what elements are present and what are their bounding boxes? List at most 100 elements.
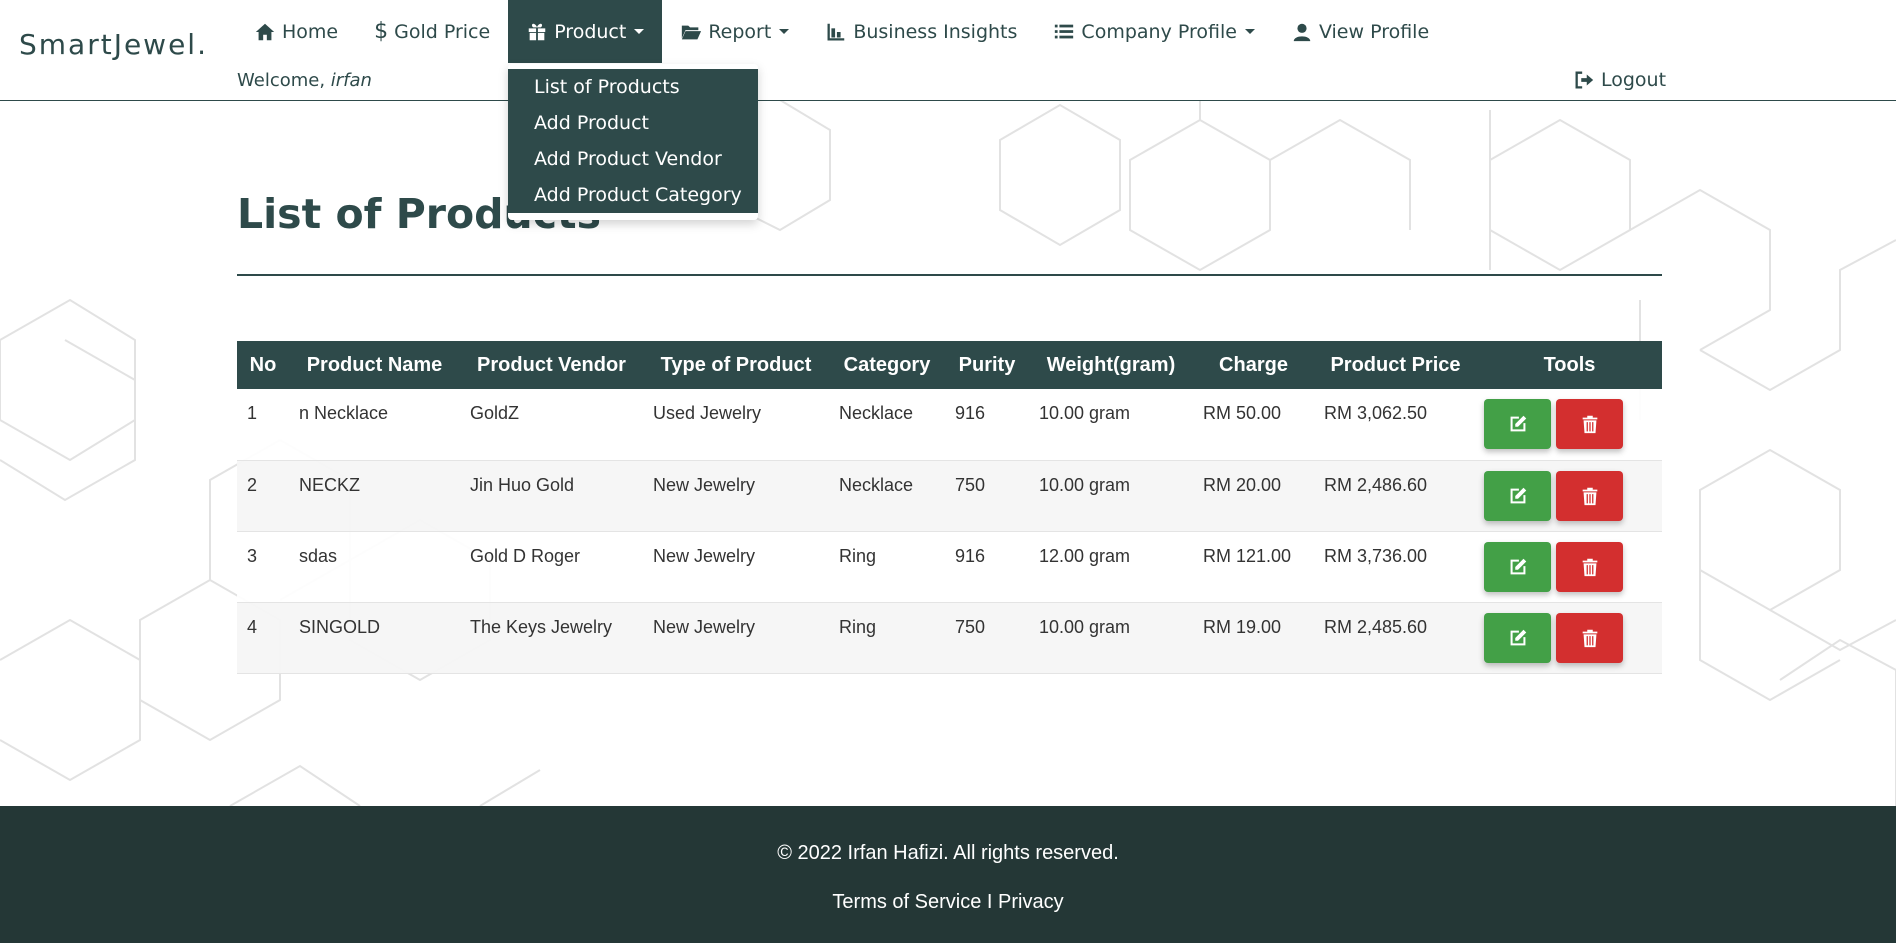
page-footer: © 2022 Irfan Hafizi. All rights reserved… [0, 806, 1896, 943]
cell-tools [1477, 602, 1662, 674]
nav-view-profile-label: View Profile [1318, 20, 1430, 43]
table-row: 1 n Necklace GoldZ Used Jewelry Necklace… [237, 389, 1662, 461]
cell-tools [1477, 389, 1662, 461]
nav-business-insights[interactable]: Business Insights [807, 0, 1035, 63]
cell-product-price: RM 2,485.60 [1314, 602, 1477, 674]
cell-product-price: RM 2,486.60 [1314, 460, 1477, 532]
column-header-purity[interactable]: Purity [945, 341, 1029, 389]
logout-label: Logout [1601, 69, 1667, 91]
dropdown-list: List of Products Add Product Add Product… [508, 69, 758, 213]
column-header-charge[interactable]: Charge [1193, 341, 1314, 389]
dropdown-item-add-product-category[interactable]: Add Product Category [508, 177, 758, 213]
cell-purity: 750 [945, 602, 1029, 674]
cell-weight: 10.00 gram [1029, 460, 1193, 532]
product-dropdown-menu: List of Products Add Product Add Product… [508, 64, 758, 220]
dropdown-item-add-product-vendor[interactable]: Add Product Vendor [508, 141, 758, 177]
caret-down-icon [634, 29, 645, 34]
chart-icon [827, 23, 845, 40]
dollar-icon: $ [374, 19, 389, 44]
column-header-product-vendor[interactable]: Product Vendor [460, 341, 643, 389]
logout-link[interactable]: Logout [1573, 69, 1666, 91]
brand-logo[interactable]: SmartJewel. [19, 28, 208, 61]
nav-report[interactable]: Report [662, 0, 807, 63]
nav-company-profile[interactable]: Company Profile [1035, 0, 1273, 63]
user-icon [1293, 23, 1311, 41]
footer-separator: I [981, 891, 999, 913]
table-row: 3 sdas Gold D Roger New Jewelry Ring 916… [237, 531, 1662, 603]
column-header-type-of-product[interactable]: Type of Product [643, 341, 829, 389]
nav-home[interactable]: Home [236, 0, 356, 63]
cell-no: 4 [237, 602, 289, 674]
trash-icon [1582, 487, 1597, 505]
column-header-product-name[interactable]: Product Name [289, 341, 460, 389]
main-nav: Home $ Gold Price Product Report Busines… [236, 0, 1447, 63]
cell-product-vendor: The Keys Jewelry [460, 602, 643, 674]
welcome-prefix: Welcome, [237, 70, 331, 91]
cell-no: 2 [237, 460, 289, 532]
dropdown-item-add-product[interactable]: Add Product [508, 105, 758, 141]
cell-product-vendor: Gold D Roger [460, 531, 643, 603]
delete-button[interactable] [1556, 612, 1623, 663]
logout-icon [1575, 71, 1594, 89]
nav-product[interactable]: Product [508, 0, 663, 63]
cell-product-vendor: Jin Huo Gold [460, 460, 643, 532]
welcome-username: irfan [330, 70, 372, 91]
cell-purity: 750 [945, 460, 1029, 532]
cell-product-vendor: GoldZ [460, 389, 643, 461]
cell-product-name: NECKZ [289, 460, 460, 532]
cell-category: Ring [829, 602, 945, 674]
cell-tools [1477, 460, 1662, 532]
nav-gold-price[interactable]: $ Gold Price [356, 0, 508, 63]
nav-home-label: Home [282, 20, 339, 43]
cell-type-of-product: Used Jewelry [643, 389, 829, 461]
terms-of-service-link[interactable]: Terms of Service [832, 891, 981, 913]
column-header-weight[interactable]: Weight(gram) [1029, 341, 1193, 389]
cell-category: Ring [829, 531, 945, 603]
cell-weight: 10.00 gram [1029, 602, 1193, 674]
cell-category: Necklace [829, 389, 945, 461]
cell-charge: RM 19.00 [1193, 602, 1314, 674]
nav-company-profile-label: Company Profile [1081, 20, 1237, 43]
nav-product-label: Product [554, 20, 627, 43]
table-row: 2 NECKZ Jin Huo Gold New Jewelry Necklac… [237, 460, 1662, 532]
gift-icon [528, 23, 546, 40]
cell-product-price: RM 3,736.00 [1314, 531, 1477, 603]
edit-icon [1510, 487, 1526, 503]
cell-type-of-product: New Jewelry [643, 602, 829, 674]
cell-charge: RM 50.00 [1193, 389, 1314, 461]
edit-button[interactable] [1484, 399, 1551, 449]
list-icon [1055, 24, 1074, 38]
privacy-link[interactable]: Privacy [998, 891, 1064, 913]
welcome-text: Welcome, irfan [237, 70, 372, 91]
delete-button[interactable] [1556, 470, 1623, 521]
cell-category: Necklace [829, 460, 945, 532]
column-header-tools: Tools [1477, 341, 1662, 389]
cell-product-price: RM 3,062.50 [1314, 389, 1477, 461]
dropdown-item-list-of-products[interactable]: List of Products [508, 69, 758, 105]
delete-button[interactable] [1556, 541, 1623, 592]
trash-icon [1582, 558, 1597, 576]
cell-type-of-product: New Jewelry [643, 460, 829, 532]
cell-type-of-product: New Jewelry [643, 531, 829, 603]
trash-icon [1582, 415, 1597, 434]
nav-report-label: Report [708, 20, 772, 43]
edit-icon [1510, 629, 1526, 645]
top-header: SmartJewel. Home $ Gold Price Product Re… [0, 0, 1896, 101]
column-header-category[interactable]: Category [829, 341, 945, 389]
cell-no: 1 [237, 389, 289, 461]
column-header-no[interactable]: No [237, 341, 289, 389]
delete-button[interactable] [1556, 399, 1623, 449]
cell-no: 3 [237, 531, 289, 603]
edit-icon [1510, 558, 1526, 574]
edit-button[interactable] [1484, 541, 1551, 592]
column-header-product-price[interactable]: Product Price [1314, 341, 1477, 389]
title-divider [237, 274, 1662, 276]
caret-down-icon [779, 29, 790, 34]
edit-button[interactable] [1484, 612, 1551, 663]
cell-purity: 916 [945, 531, 1029, 603]
nav-view-profile[interactable]: View Profile [1273, 0, 1447, 63]
cell-charge: RM 20.00 [1193, 460, 1314, 532]
edit-button[interactable] [1484, 470, 1551, 521]
table-row: 4 SINGOLD The Keys Jewelry New Jewelry R… [237, 602, 1662, 674]
table-header-row: No Product Name Product Vendor Type of P… [237, 341, 1662, 389]
